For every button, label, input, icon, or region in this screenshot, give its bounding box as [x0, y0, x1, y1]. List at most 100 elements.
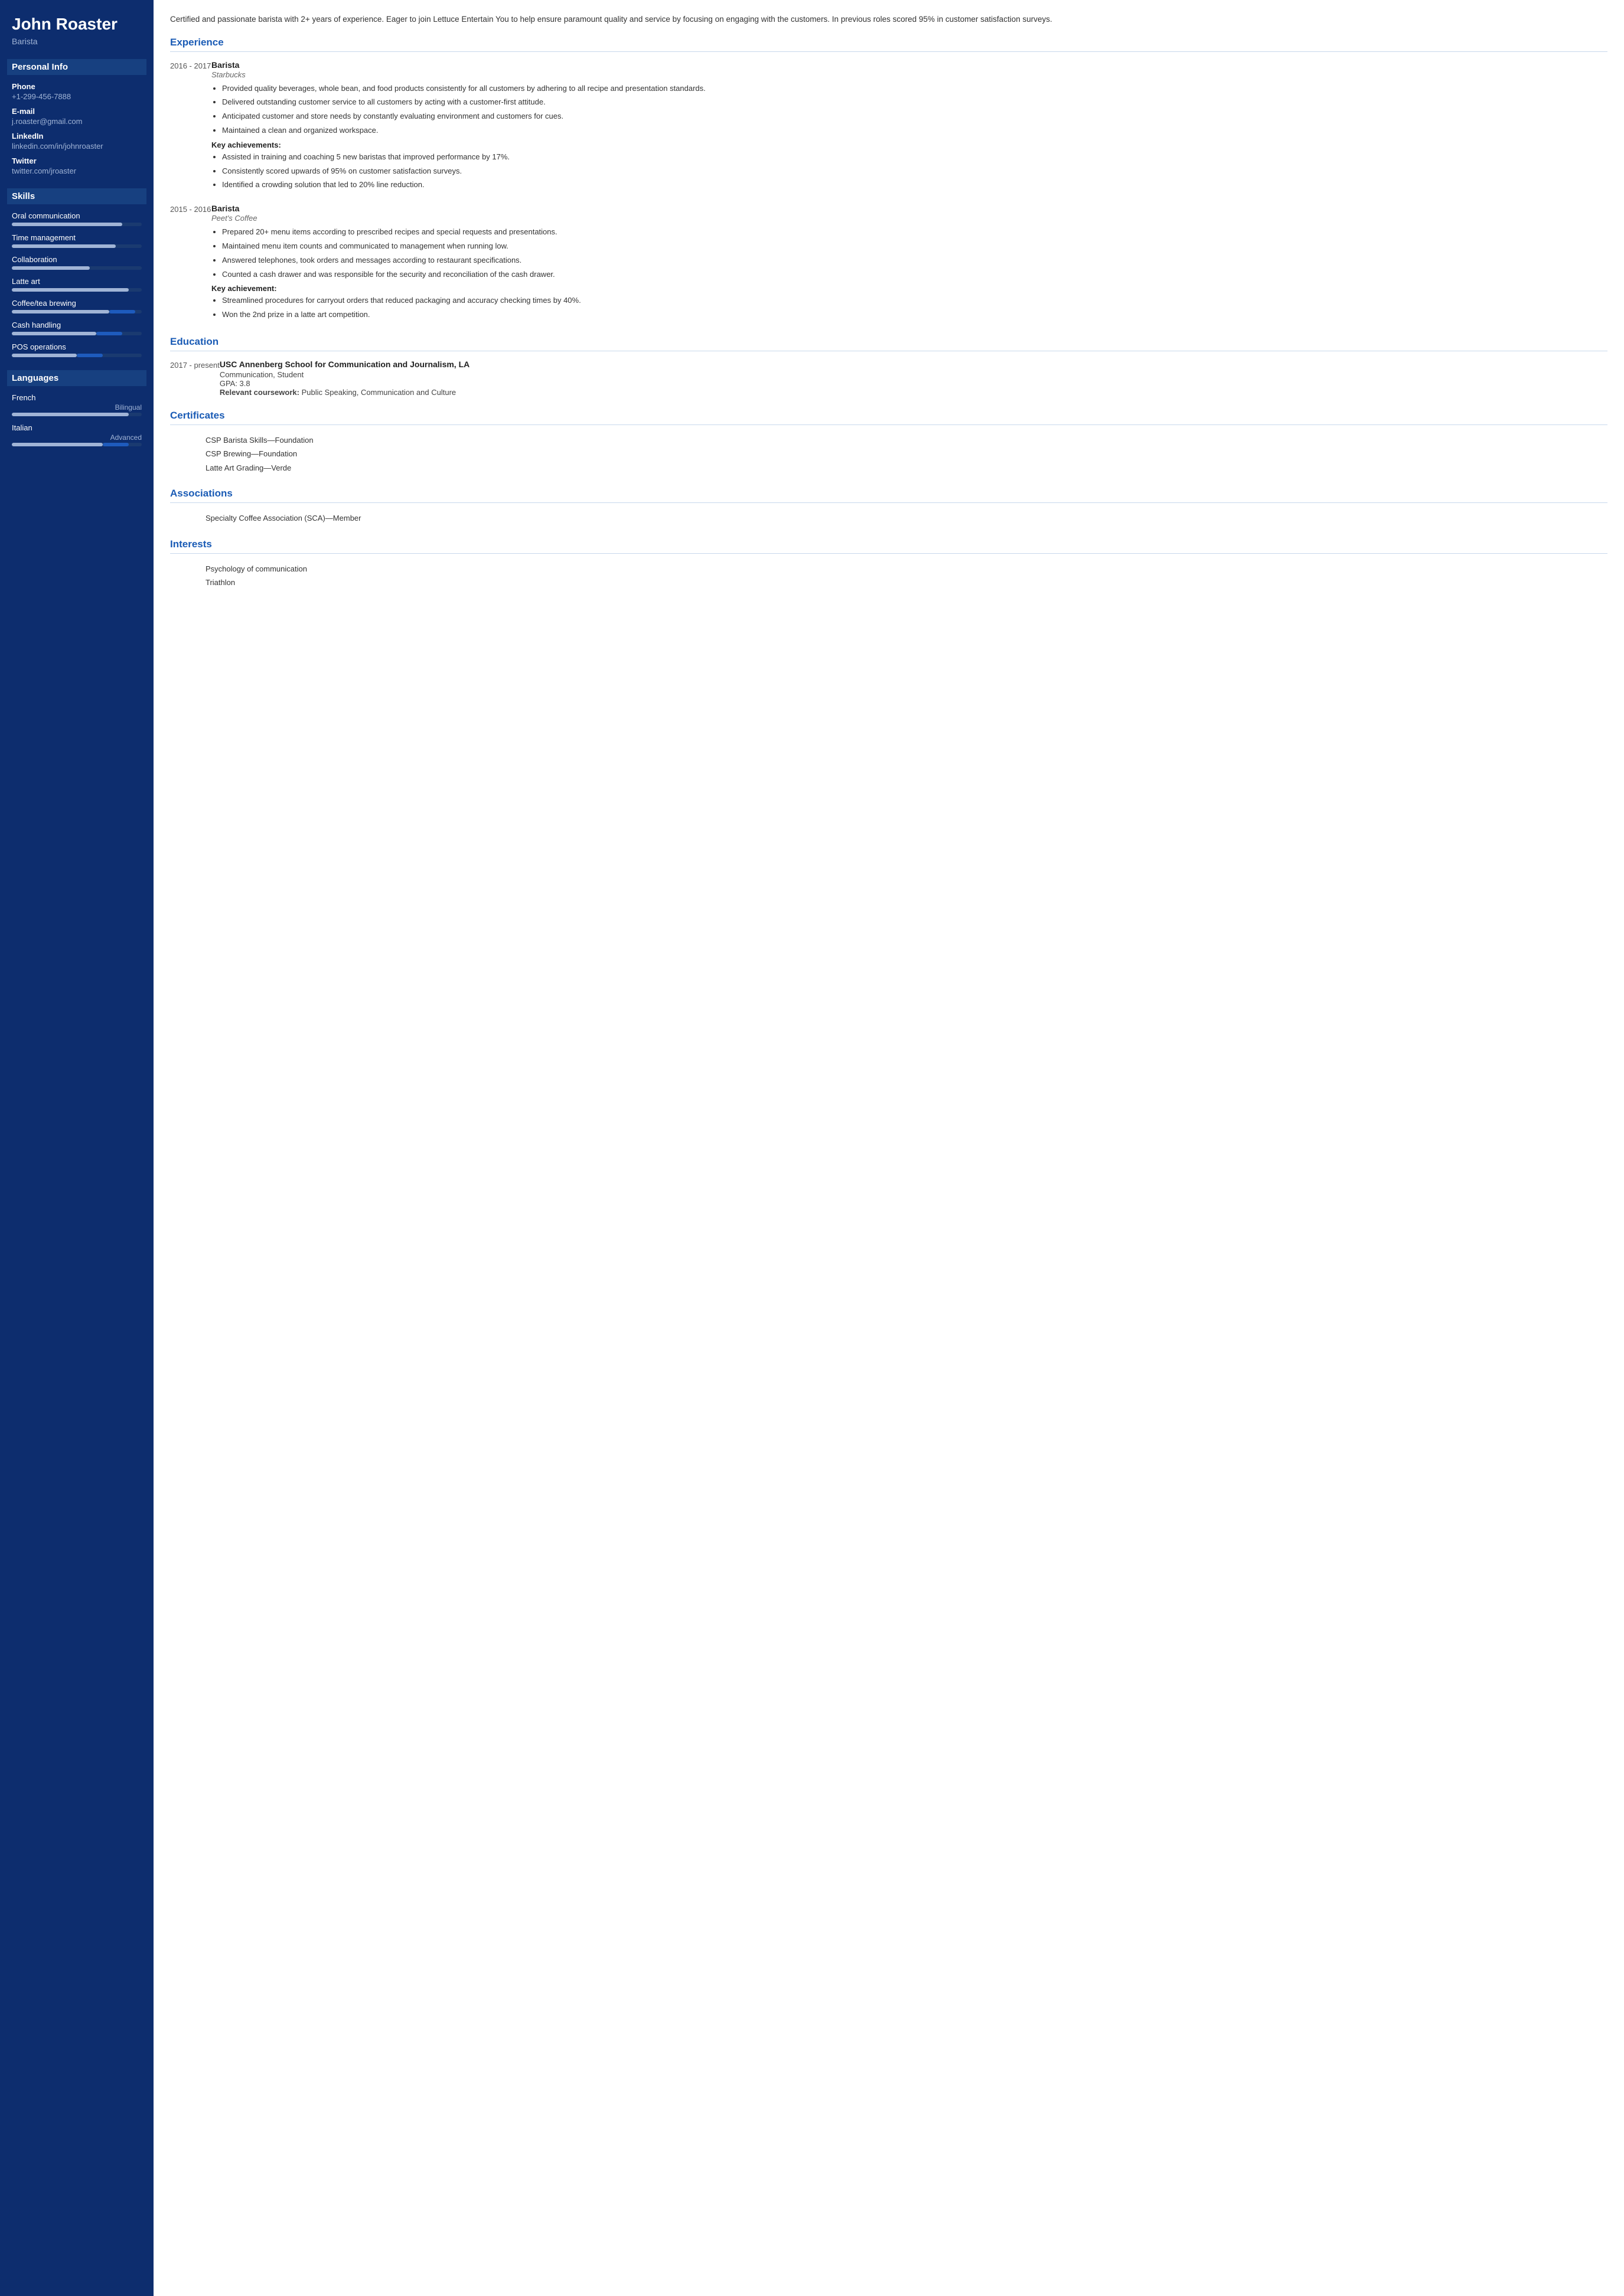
- language-name: French: [12, 393, 142, 402]
- languages-section: Languages FrenchBilingualItalianAdvanced: [12, 370, 142, 446]
- skills-section: Skills Oral communicationTime management…: [12, 188, 142, 357]
- info-value: +1-299-456-7888: [12, 92, 142, 101]
- skill-bar-fill: [12, 354, 77, 357]
- key-achievement-label: Key achievement:: [211, 284, 1607, 293]
- education-item: 2017 - presentUSC Annenberg School for C…: [170, 360, 1607, 397]
- skill-bar-fill: [12, 266, 90, 270]
- experience-content: BaristaStarbucks Provided quality beverag…: [211, 60, 1607, 194]
- skill-bar-fill: [12, 223, 122, 226]
- key-achievement-label: Key achievements:: [211, 141, 1607, 149]
- list-item: Anticipated customer and store needs by …: [222, 110, 1607, 123]
- list-item: Identified a crowding solution that led …: [222, 179, 1607, 191]
- education-field: Communication, Student: [220, 370, 1607, 379]
- languages-list: FrenchBilingual ItalianAdvanced: [12, 393, 142, 446]
- key-achievements-bullets: Assisted in training and coaching 5 new …: [211, 151, 1607, 191]
- education-coursework: Relevant coursework: Public Speaking, Co…: [220, 388, 1607, 397]
- personal-info-item: E-mailj.roaster@gmail.com: [12, 107, 142, 126]
- list-item: CSP Barista Skills—Foundation: [206, 433, 1607, 447]
- personal-info-fields: Phone+1-299-456-7888 E-mailj.roaster@gmai…: [12, 82, 142, 175]
- skill-item: Coffee/tea brewing: [12, 299, 142, 313]
- skill-name: Latte art: [12, 277, 142, 286]
- experience-section: Experience 2016 - 2017BaristaStarbucksPr…: [170, 37, 1607, 323]
- skill-name: POS operations: [12, 342, 142, 351]
- list-item: CSP Brewing—Foundation: [206, 447, 1607, 460]
- experience-dates: 2016 - 2017: [170, 60, 211, 194]
- list-item: Consistently scored upwards of 95% on cu…: [222, 165, 1607, 178]
- list-item: Latte Art Grading—Verde: [206, 461, 1607, 475]
- language-level: Bilingual: [12, 403, 142, 411]
- sidebar-job-title: Barista: [12, 37, 142, 46]
- certificates-section: Certificates CSP Barista Skills—Foundati…: [170, 410, 1607, 475]
- associations-list: Specialty Coffee Association (SCA)—Membe…: [170, 511, 1607, 525]
- skill-item: POS operations: [12, 342, 142, 357]
- main-content: Certified and passionate barista with 2+…: [154, 0, 1624, 2296]
- skills-heading: Skills: [7, 188, 146, 204]
- list-item: Psychology of communication: [206, 562, 1607, 576]
- sidebar-name: John Roaster: [12, 14, 142, 34]
- skill-bar-bg: [12, 244, 142, 248]
- interests-list: Psychology of communicationTriathlon: [170, 562, 1607, 590]
- skill-item: Latte art: [12, 277, 142, 292]
- list-item: Triathlon: [206, 576, 1607, 589]
- summary-text: Certified and passionate barista with 2+…: [170, 13, 1607, 26]
- associations-section: Associations Specialty Coffee Associatio…: [170, 488, 1607, 525]
- experience-item: 2015 - 2016BaristaPeet's CoffeePrepared …: [170, 204, 1607, 323]
- skills-list: Oral communication Time management Collabo…: [12, 211, 142, 357]
- education-school: USC Annenberg School for Communication a…: [220, 360, 1607, 369]
- skill-bar-bg: [12, 354, 142, 357]
- associations-heading: Associations: [170, 488, 1607, 503]
- skill-bar-fill: [12, 310, 109, 313]
- key-achievements-bullets: Streamlined procedures for carryout orde…: [211, 295, 1607, 321]
- language-item: ItalianAdvanced: [12, 423, 142, 446]
- experience-bullets: Prepared 20+ menu items according to pre…: [211, 226, 1607, 280]
- personal-info-item: Twittertwitter.com/jroaster: [12, 156, 142, 175]
- info-value: j.roaster@gmail.com: [12, 117, 142, 126]
- skill-item: Time management: [12, 233, 142, 248]
- language-bar-fill: [12, 443, 103, 446]
- list-item: Maintained a clean and organized workspa…: [222, 125, 1607, 137]
- language-bar-bg: [12, 443, 142, 446]
- experience-bullets: Provided quality beverages, whole bean, …: [211, 83, 1607, 137]
- list-item: Assisted in training and coaching 5 new …: [222, 151, 1607, 164]
- skill-bar-bg: [12, 332, 142, 335]
- skill-name: Coffee/tea brewing: [12, 299, 142, 308]
- skill-bar-fill: [12, 288, 129, 292]
- skill-bar-bg: [12, 223, 142, 226]
- language-level: Advanced: [12, 433, 142, 442]
- personal-info-item: LinkedInlinkedin.com/in/johnroaster: [12, 132, 142, 151]
- info-label: E-mail: [12, 107, 142, 116]
- experience-title: Barista: [211, 60, 1607, 70]
- list-item: Maintained menu item counts and communic…: [222, 240, 1607, 253]
- education-gpa: GPA: 3.8: [220, 379, 1607, 388]
- experience-title: Barista: [211, 204, 1607, 213]
- skill-bar-accent: [109, 310, 135, 313]
- experience-company: Peet's Coffee: [211, 214, 1607, 223]
- education-content: USC Annenberg School for Communication a…: [220, 360, 1607, 397]
- education-heading: Education: [170, 336, 1607, 351]
- list-item: Answered telephones, took orders and mes…: [222, 254, 1607, 267]
- education-section: Education 2017 - presentUSC Annenberg Sc…: [170, 336, 1607, 397]
- skill-name: Cash handling: [12, 321, 142, 329]
- info-label: Phone: [12, 82, 142, 91]
- experience-company: Starbucks: [211, 70, 1607, 79]
- skill-bar-bg: [12, 288, 142, 292]
- education-dates: 2017 - present: [170, 360, 220, 397]
- education-list: 2017 - presentUSC Annenberg School for C…: [170, 360, 1607, 397]
- skill-name: Collaboration: [12, 255, 142, 264]
- experience-heading: Experience: [170, 37, 1607, 52]
- skill-bar-bg: [12, 310, 142, 313]
- skill-name: Time management: [12, 233, 142, 242]
- experience-content: BaristaPeet's Coffee Prepared 20+ menu it…: [211, 204, 1607, 323]
- language-item: FrenchBilingual: [12, 393, 142, 416]
- list-item: Counted a cash drawer and was responsibl…: [222, 269, 1607, 281]
- experience-list: 2016 - 2017BaristaStarbucksProvided qual…: [170, 60, 1607, 323]
- language-name: Italian: [12, 423, 142, 432]
- sidebar: John Roaster Barista Personal Info Phone…: [0, 0, 154, 2296]
- list-item: Provided quality beverages, whole bean, …: [222, 83, 1607, 95]
- list-item: Specialty Coffee Association (SCA)—Membe…: [206, 511, 1607, 525]
- list-item: Won the 2nd prize in a latte art competi…: [222, 309, 1607, 321]
- list-item: Prepared 20+ menu items according to pre…: [222, 226, 1607, 239]
- skill-name: Oral communication: [12, 211, 142, 220]
- info-label: LinkedIn: [12, 132, 142, 141]
- skill-item: Oral communication: [12, 211, 142, 226]
